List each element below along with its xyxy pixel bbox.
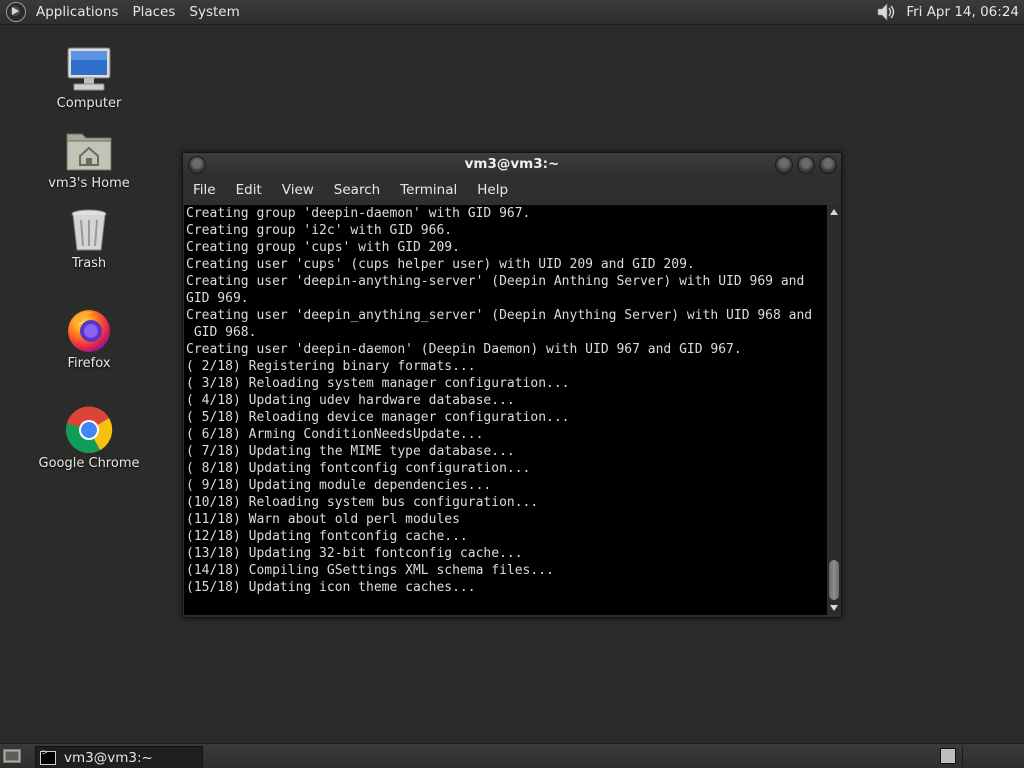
terminal-line: (15/18) Updating icon theme caches... bbox=[186, 580, 476, 595]
terminal-line: (13/18) Updating 32-bit fontconfig cache… bbox=[186, 546, 523, 561]
desktop-icon-label: Computer bbox=[56, 96, 122, 111]
terminal-line: Creating group 'deepin-daemon' with GID … bbox=[186, 206, 531, 221]
clock[interactable]: Fri Apr 14, 06:24 bbox=[906, 4, 1019, 20]
desktop-icon-home[interactable]: vm3's Home bbox=[29, 126, 149, 191]
top-panel: Applications Places System Fri Apr 14, 0… bbox=[0, 0, 1024, 25]
home-folder-icon bbox=[66, 133, 112, 171]
menu-terminal[interactable]: Terminal bbox=[390, 182, 467, 198]
desktop-icon-computer[interactable]: Computer bbox=[29, 46, 149, 111]
scroll-down-arrow-icon[interactable] bbox=[830, 605, 838, 611]
desktop-icon-label: Google Chrome bbox=[38, 456, 140, 471]
minimize-button[interactable] bbox=[775, 156, 793, 174]
terminal-line: ( 6/18) Arming ConditionNeedsUpdate... bbox=[186, 427, 484, 442]
chrome-icon bbox=[65, 406, 113, 453]
menu-help[interactable]: Help bbox=[467, 182, 518, 198]
terminal-line: Creating group 'i2c' with GID 966. bbox=[186, 223, 453, 238]
menu-view[interactable]: View bbox=[272, 182, 324, 198]
panel-menus: Applications Places System bbox=[29, 0, 247, 24]
workspace-2-button[interactable] bbox=[962, 746, 1021, 766]
desktop-icon-chrome[interactable]: Google Chrome bbox=[29, 406, 149, 471]
terminal-icon bbox=[40, 748, 56, 765]
volume-icon[interactable] bbox=[876, 2, 898, 22]
system-menu[interactable]: System bbox=[182, 0, 246, 24]
scroll-up-arrow-icon[interactable] bbox=[830, 209, 838, 215]
terminal-line: (12/18) Updating fontconfig cache... bbox=[186, 529, 468, 544]
terminal-scrollbar[interactable] bbox=[828, 205, 840, 615]
terminal-line: Creating user 'deepin_anything_server' (… bbox=[186, 308, 813, 323]
terminal-line: Creating group 'cups' with GID 209. bbox=[186, 240, 460, 255]
terminal-line: ( 4/18) Updating udev hardware database.… bbox=[186, 393, 515, 408]
menu-search[interactable]: Search bbox=[324, 182, 390, 198]
desktop-icon-label: Trash bbox=[71, 256, 107, 271]
desktop-icon-label: vm3's Home bbox=[48, 176, 130, 191]
menu-file[interactable]: File bbox=[183, 182, 226, 198]
terminal-line: GID 968. bbox=[186, 325, 257, 340]
terminal-line: ( 9/18) Updating module dependencies... bbox=[186, 478, 492, 493]
close-button[interactable] bbox=[819, 156, 837, 174]
taskbar-label: vm3@vm3:~ bbox=[64, 749, 153, 766]
terminal-line: (10/18) Reloading system bus configurati… bbox=[186, 495, 539, 510]
distro-logo-icon[interactable] bbox=[6, 2, 26, 22]
desktop-icon-label: Firefox bbox=[67, 356, 111, 371]
desktop: Applications Places System Fri Apr 14, 0… bbox=[0, 0, 1024, 768]
firefox-icon bbox=[68, 310, 110, 352]
terminal-text: Creating group 'deepin-daemon' with GID … bbox=[184, 205, 827, 596]
terminal-line: (14/18) Compiling GSettings XML schema f… bbox=[186, 563, 554, 578]
terminal-line: ( 5/18) Reloading device manager configu… bbox=[186, 410, 570, 425]
terminal-line: ( 7/18) Updating the MIME type database.… bbox=[186, 444, 515, 459]
terminal-line: Creating user 'cups' (cups helper user) … bbox=[186, 257, 695, 272]
panel-right: Fri Apr 14, 06:24 bbox=[876, 0, 1024, 24]
terminal-line: ( 2/18) Registering binary formats... bbox=[186, 359, 476, 374]
terminal-output[interactable]: Creating group 'deepin-daemon' with GID … bbox=[184, 205, 827, 615]
terminal-line: ( 8/18) Updating fontconfig configuratio… bbox=[186, 461, 531, 476]
applications-menu[interactable]: Applications bbox=[29, 0, 125, 24]
terminal-window[interactable]: vm3@vm3:~ File Edit View Search Terminal… bbox=[182, 152, 842, 618]
terminal-line: Creating user 'deepin-daemon' (Deepin Da… bbox=[186, 342, 742, 357]
scrollbar-thumb[interactable] bbox=[829, 560, 839, 600]
show-desktop-icon[interactable] bbox=[3, 748, 21, 764]
bottom-panel: vm3@vm3:~ bbox=[0, 743, 1024, 768]
computer-icon bbox=[67, 47, 111, 91]
maximize-button[interactable] bbox=[797, 156, 815, 174]
desktop-icon-trash[interactable]: Trash bbox=[29, 206, 149, 271]
terminal-line: GID 969. bbox=[186, 291, 249, 306]
terminal-line: Creating user 'deepin-anything-server' (… bbox=[186, 274, 805, 289]
window-titlebar[interactable]: vm3@vm3:~ bbox=[183, 153, 841, 175]
terminal-menubar: File Edit View Search Terminal Help bbox=[183, 177, 841, 203]
terminal-line: ( 3/18) Reloading system manager configu… bbox=[186, 376, 570, 391]
taskbar-terminal-button[interactable]: vm3@vm3:~ bbox=[35, 746, 203, 768]
trash-icon bbox=[71, 209, 107, 251]
workspace-1-button[interactable] bbox=[940, 748, 956, 764]
desktop-icon-firefox[interactable]: Firefox bbox=[29, 306, 149, 371]
window-title: vm3@vm3:~ bbox=[464, 156, 560, 172]
menu-edit[interactable]: Edit bbox=[226, 182, 272, 198]
terminal-line: (11/18) Warn about old perl modules bbox=[186, 512, 460, 527]
places-menu[interactable]: Places bbox=[125, 0, 182, 24]
